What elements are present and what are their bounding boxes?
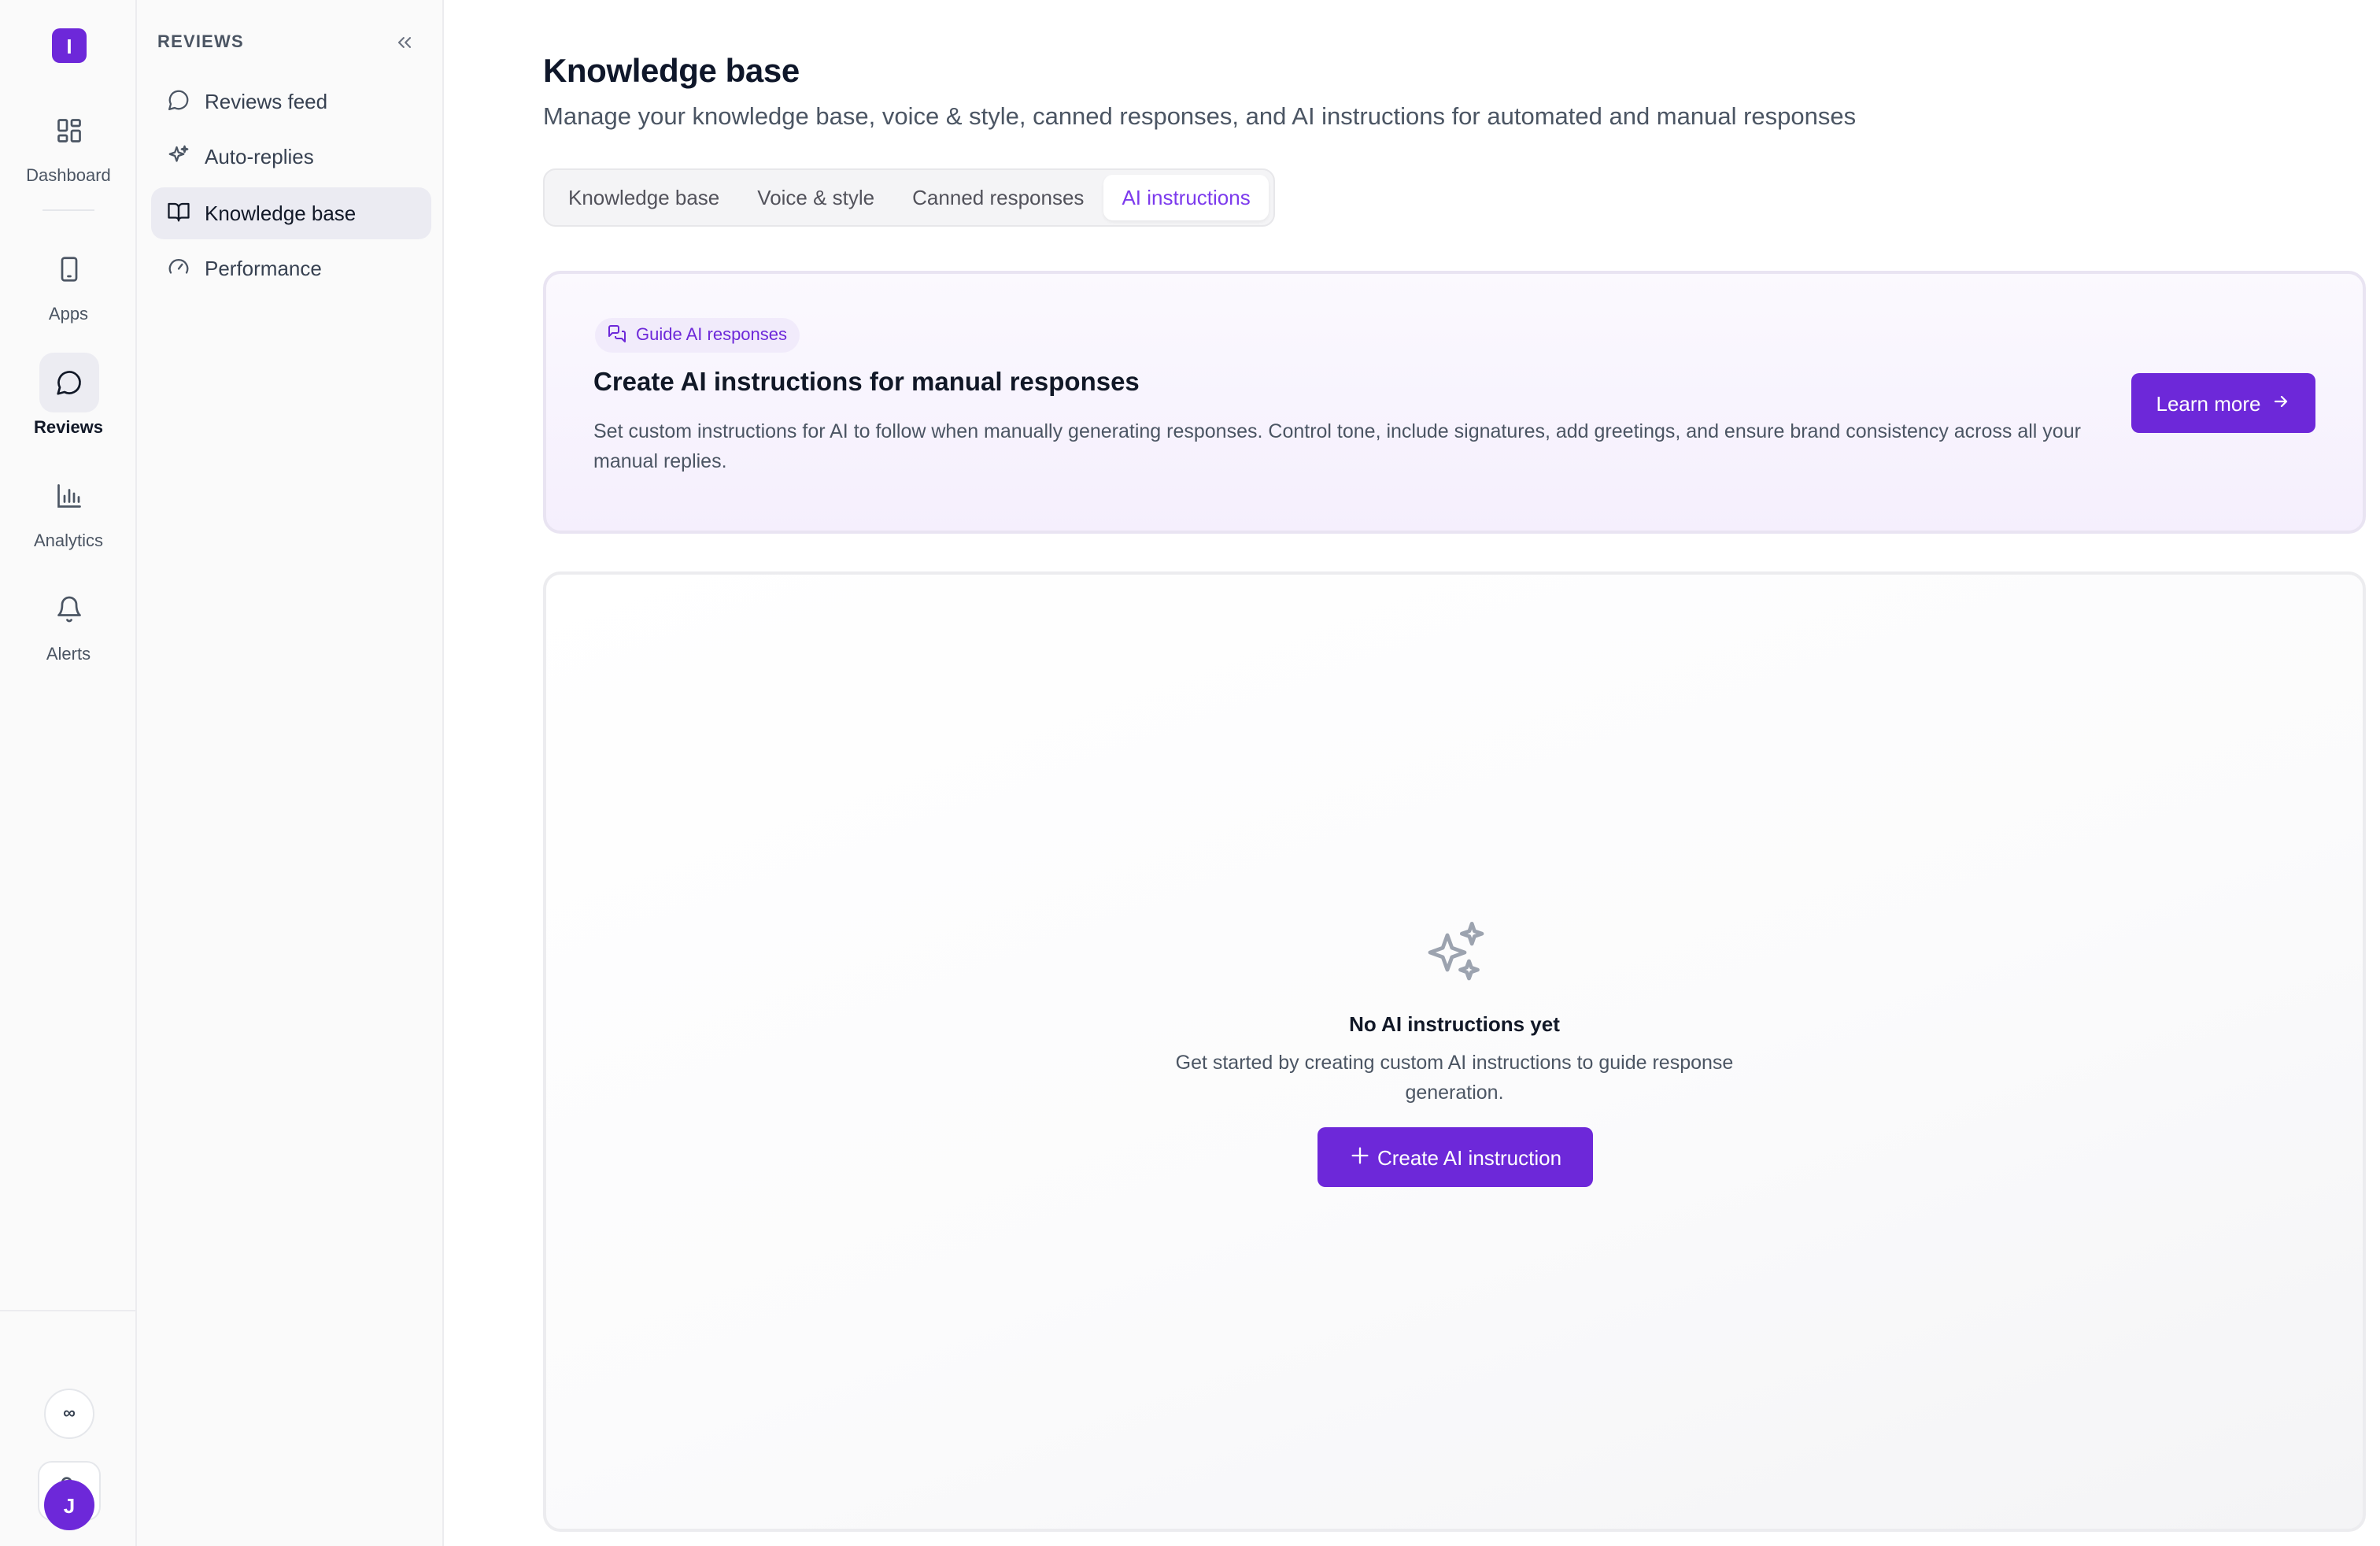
- sidebar-item-label: Performance: [205, 257, 322, 280]
- guide-description: Set custom instructions for AI to follow…: [593, 420, 2081, 472]
- sparkles-icon: [167, 142, 190, 171]
- sidebar-title: REVIEWS: [157, 33, 244, 52]
- learn-more-button[interactable]: Learn more: [2131, 373, 2315, 433]
- collapse-sidebar-button[interactable]: [394, 31, 419, 57]
- user-avatar[interactable]: J: [44, 1480, 94, 1530]
- book-open-icon: [167, 199, 190, 227]
- chevrons-left-icon: [394, 33, 416, 60]
- bell-icon: [39, 579, 98, 639]
- rail-item-apps[interactable]: Apps: [0, 239, 137, 324]
- tab-voice-style[interactable]: Voice & style: [738, 175, 893, 220]
- tab-knowledge-base[interactable]: Knowledge base: [549, 175, 738, 220]
- sidebar-item-reviews-feed[interactable]: Reviews feed: [151, 76, 431, 128]
- rail-item-reviews[interactable]: Reviews: [0, 353, 137, 438]
- rail-divider: [42, 209, 94, 211]
- chat-bubble-icon: [167, 87, 190, 116]
- empty-state-description: Get started by creating custom AI instru…: [1175, 1052, 1734, 1104]
- tab-canned-responses[interactable]: Canned responses: [893, 175, 1103, 220]
- plus-icon: [1349, 1144, 1371, 1171]
- rail-item-analytics[interactable]: Analytics: [0, 466, 137, 551]
- sidebar-item-label: Knowledge base: [205, 202, 357, 225]
- rail-item-dashboard[interactable]: Dashboard: [0, 101, 137, 186]
- sidebar-item-label: Reviews feed: [205, 90, 328, 113]
- page-title: Knowledge base: [543, 54, 800, 90]
- rail-label-analytics: Analytics: [33, 532, 104, 551]
- rail-label-dashboard: Dashboard: [26, 167, 111, 186]
- main-content: Knowledge base Manage your knowledge bas…: [444, 0, 2380, 1546]
- sidebar-item-label: Auto-replies: [205, 145, 314, 168]
- guide-badge-label: Guide AI responses: [636, 326, 788, 345]
- empty-state-card: No AI instructions yet Get started by cr…: [543, 571, 2366, 1532]
- chat-bubbles-icon: [608, 324, 626, 347]
- empty-state-title: No AI instructions yet: [1349, 1012, 1560, 1036]
- rail-label-alerts: Alerts: [46, 645, 91, 664]
- reviews-sidebar: REVIEWS Reviews feed Auto-replies Knowle…: [137, 0, 444, 1546]
- learn-more-label: Learn more: [2156, 391, 2261, 415]
- rail-label-apps: Apps: [48, 305, 89, 324]
- infinity-button[interactable]: ∞: [44, 1389, 94, 1439]
- sidebar-item-auto-replies[interactable]: Auto-replies: [151, 131, 431, 183]
- guide-title: Create AI instructions for manual respon…: [593, 368, 1140, 397]
- primary-rail: I Dashboard Apps Reviews Analytics Alert…: [0, 0, 137, 1546]
- tab-ai-instructions[interactable]: AI instructions: [1103, 175, 1269, 220]
- page-subtitle: Manage your knowledge base, voice & styl…: [543, 104, 1857, 131]
- guide-badge: Guide AI responses: [595, 318, 800, 353]
- gauge-icon: [167, 254, 190, 283]
- rail-item-alerts[interactable]: Alerts: [0, 579, 137, 664]
- rail-bottom-divider: [0, 1310, 137, 1311]
- rail-label-reviews: Reviews: [33, 419, 104, 438]
- infinity-icon: ∞: [63, 1404, 76, 1423]
- create-ai-instruction-label: Create AI instruction: [1377, 1145, 1562, 1169]
- guide-ai-responses-card: Guide AI responses Create AI instruction…: [543, 271, 2366, 534]
- sparkles-icon: [1421, 918, 1491, 987]
- sidebar-item-knowledge-base[interactable]: Knowledge base: [151, 187, 431, 239]
- create-ai-instruction-button[interactable]: Create AI instruction: [1318, 1127, 1593, 1187]
- arrow-right-icon: [2271, 391, 2290, 415]
- chat-bubble-icon: [39, 353, 98, 412]
- dashboard-grid-icon: [39, 101, 98, 161]
- tab-bar: Knowledge base Voice & style Canned resp…: [543, 168, 1276, 227]
- bar-chart-icon: [39, 466, 98, 526]
- app-logo[interactable]: I: [52, 28, 87, 63]
- phone-icon: [39, 239, 98, 299]
- app-window: I Dashboard Apps Reviews Analytics Alert…: [0, 0, 2380, 1546]
- sidebar-item-performance[interactable]: Performance: [151, 242, 431, 294]
